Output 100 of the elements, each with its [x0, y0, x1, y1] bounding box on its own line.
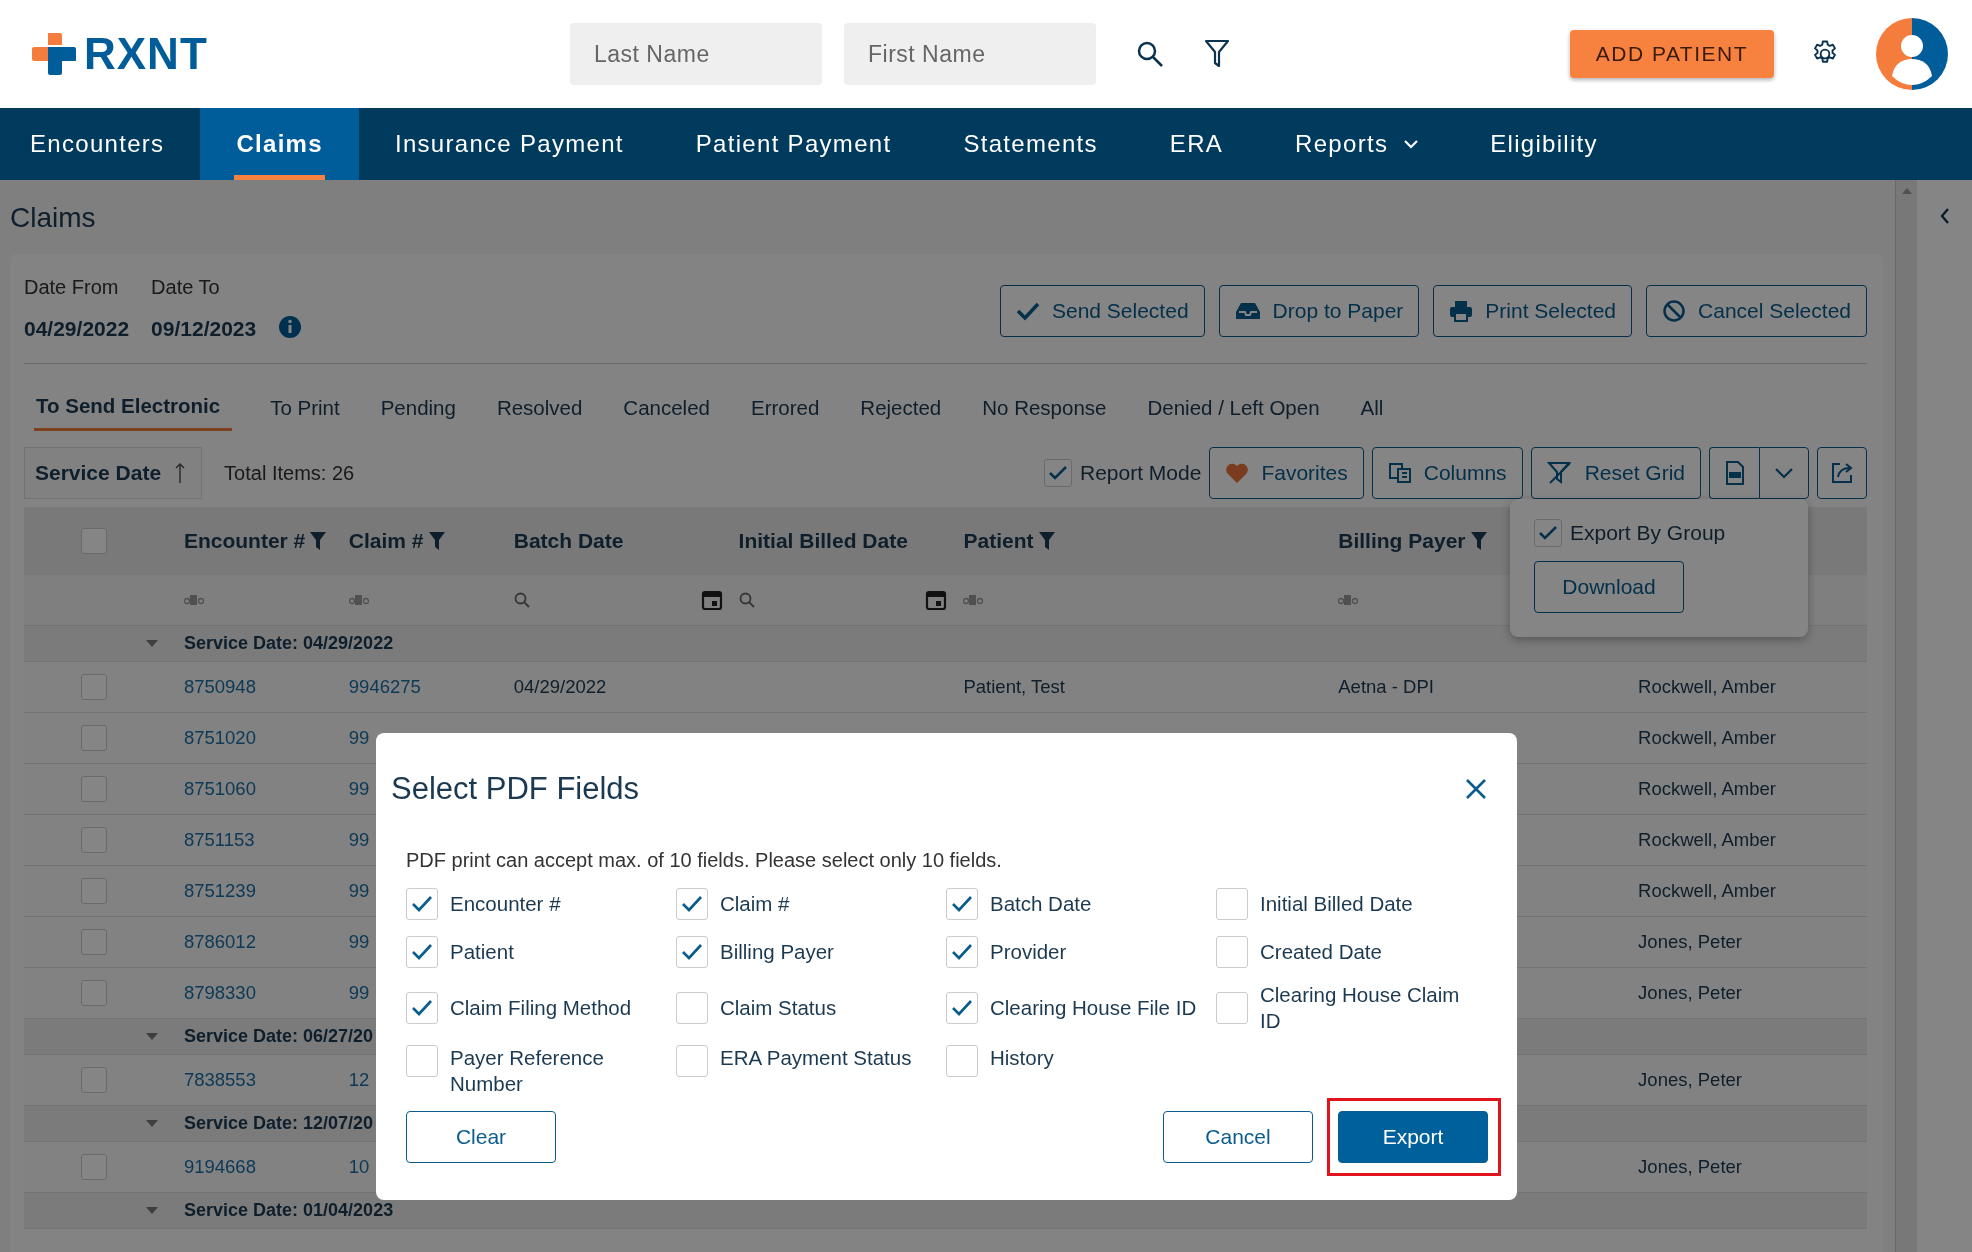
checkbox[interactable]	[1534, 519, 1562, 547]
status-tab[interactable]: Rejected	[840, 386, 962, 431]
checkbox[interactable]	[676, 936, 708, 968]
row-checkbox[interactable]	[80, 929, 107, 955]
column-header[interactable]: Initial Billed Date	[738, 529, 908, 553]
id-link[interactable]: 12	[348, 1069, 370, 1091]
toolbar-button[interactable]: Columns	[1371, 447, 1523, 499]
checkbox[interactable]	[1044, 459, 1072, 487]
id-link[interactable]: 8750948	[183, 676, 256, 698]
text-filter-icon[interactable]	[1338, 594, 1359, 606]
pdf-export-button[interactable]	[1709, 447, 1759, 499]
add-patient-button[interactable]: ADD PATIENT	[1569, 30, 1774, 78]
status-tab[interactable]: To Send Electronic	[34, 386, 233, 431]
dropdown-button[interactable]	[1759, 447, 1809, 499]
search-icon[interactable]	[1136, 40, 1164, 68]
checkbox[interactable]	[946, 888, 978, 920]
checkbox[interactable]	[406, 991, 438, 1024]
id-link[interactable]: 8751020	[183, 727, 256, 749]
dialog-button[interactable]: Cancel	[1163, 1110, 1313, 1163]
info-icon[interactable]	[278, 315, 303, 339]
id-link[interactable]: 8786012	[183, 931, 256, 953]
row-checkbox[interactable]	[80, 725, 107, 751]
id-link[interactable]: 9946275	[348, 676, 421, 698]
text-filter-icon[interactable]	[348, 594, 369, 606]
text-filter-icon[interactable]	[963, 594, 984, 606]
column-header[interactable]: Billing Payer	[1338, 529, 1466, 553]
row-checkbox[interactable]	[80, 776, 107, 802]
row-checkbox[interactable]	[80, 1154, 107, 1180]
calendar-icon[interactable]	[925, 589, 948, 611]
row-checkbox[interactable]	[80, 980, 107, 1006]
avatar-icon[interactable]	[1876, 18, 1948, 90]
collapse-caret-icon[interactable]	[146, 1033, 158, 1040]
nav-tab[interactable]: Encounters	[0, 108, 201, 180]
column-header[interactable]: Encounter #	[183, 529, 306, 553]
column-header[interactable]: Patient	[963, 529, 1034, 553]
collapse-caret-icon[interactable]	[146, 1207, 158, 1214]
download-button[interactable]: Download	[1534, 561, 1684, 613]
status-tab[interactable]: All	[1340, 386, 1404, 431]
status-tab[interactable]: Resolved	[476, 386, 603, 431]
toolbar-button[interactable]: Reset Grid	[1530, 447, 1701, 499]
sort-button[interactable]: Service Date	[24, 447, 203, 499]
select-all-checkbox[interactable]	[80, 528, 107, 554]
checkbox[interactable]	[676, 991, 708, 1024]
status-tab[interactable]: No Response	[962, 386, 1127, 431]
id-link[interactable]: 99	[348, 931, 370, 953]
row-checkbox[interactable]	[80, 878, 107, 904]
text-filter-icon[interactable]	[183, 594, 204, 606]
row-checkbox[interactable]	[80, 1067, 107, 1093]
id-link[interactable]: 99	[348, 778, 370, 800]
checkbox[interactable]	[946, 936, 978, 968]
id-link[interactable]: 10	[348, 1156, 370, 1178]
column-header[interactable]: Claim #	[348, 529, 424, 553]
checkbox[interactable]	[406, 888, 438, 920]
filter-icon[interactable]	[1204, 39, 1230, 69]
id-link[interactable]: 99	[348, 982, 370, 1004]
id-link[interactable]: 99	[348, 829, 370, 851]
checkbox[interactable]	[1216, 888, 1248, 920]
nav-tab[interactable]: ERA	[1133, 108, 1260, 180]
status-tab[interactable]: Denied / Left Open	[1127, 386, 1340, 431]
checkbox[interactable]	[946, 1045, 978, 1078]
action-button[interactable]: Drop to Paper	[1218, 285, 1420, 337]
action-button[interactable]: Cancel Selected	[1646, 285, 1867, 337]
checkbox[interactable]	[1216, 936, 1248, 968]
row-checkbox[interactable]	[80, 827, 107, 853]
export-button[interactable]	[1817, 447, 1867, 499]
dialog-button[interactable]: Export	[1338, 1110, 1488, 1163]
collapse-caret-icon[interactable]	[146, 1120, 158, 1127]
row-checkbox[interactable]	[80, 674, 107, 700]
id-link[interactable]: 99	[348, 727, 370, 749]
id-link[interactable]: 8798330	[183, 982, 256, 1004]
nav-tab[interactable]: Reports	[1259, 108, 1455, 180]
checkbox[interactable]	[1216, 991, 1248, 1024]
checkbox[interactable]	[676, 1045, 708, 1078]
status-tab[interactable]: Canceled	[603, 386, 730, 431]
status-tab[interactable]: Pending	[360, 386, 476, 431]
column-header[interactable]: Batch Date	[513, 529, 624, 553]
action-button[interactable]: Send Selected	[999, 285, 1205, 337]
nav-tab[interactable]: Statements	[927, 108, 1134, 180]
toolbar-button[interactable]: Favorites	[1209, 447, 1364, 499]
id-link[interactable]: 7838553	[183, 1069, 256, 1091]
dialog-button[interactable]: Clear	[406, 1110, 556, 1163]
status-tab[interactable]: Errored	[731, 386, 840, 431]
id-link[interactable]: 8751060	[183, 778, 256, 800]
id-link[interactable]: 9194668	[183, 1156, 256, 1178]
id-link[interactable]: 8751153	[183, 829, 255, 851]
checkbox[interactable]	[406, 936, 438, 968]
id-link[interactable]: 99	[348, 880, 370, 902]
collapse-caret-icon[interactable]	[146, 640, 158, 647]
name-search-field[interactable]: Last Name	[570, 23, 822, 85]
chevron-left-icon[interactable]	[1939, 208, 1950, 224]
calendar-icon[interactable]	[700, 589, 723, 611]
nav-tab[interactable]: Claims	[200, 108, 359, 180]
checkbox[interactable]	[406, 1045, 438, 1078]
nav-tab[interactable]: Patient Payment	[659, 108, 928, 180]
scrollbar[interactable]	[1895, 180, 1917, 1252]
nav-tab[interactable]: Insurance Payment	[358, 108, 660, 180]
name-search-field[interactable]: First Name	[844, 23, 1096, 85]
nav-tab[interactable]: Eligibility	[1454, 108, 1634, 180]
status-tab[interactable]: To Print	[250, 386, 360, 431]
scroll-up-icon[interactable]	[1901, 188, 1912, 194]
